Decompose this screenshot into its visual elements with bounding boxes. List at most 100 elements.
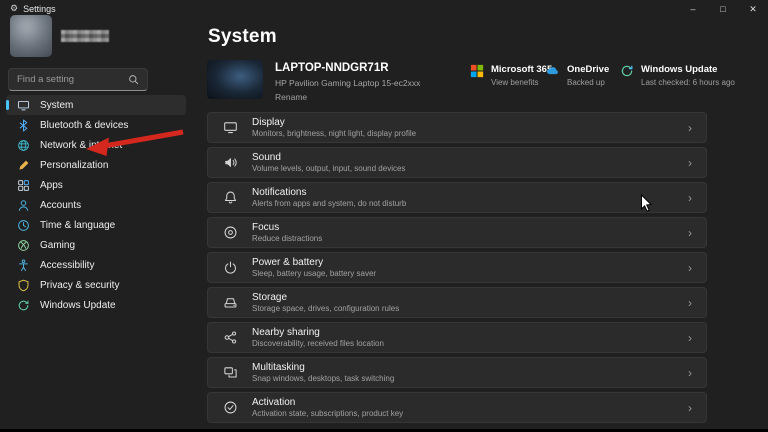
sidebar-item-label: Windows Update xyxy=(40,300,116,311)
status-subtitle: View benefits xyxy=(491,78,552,87)
settings-window: ⚙ Settings – □ ✕ Find a setting System B… xyxy=(0,0,768,432)
time-language-icon xyxy=(16,218,30,232)
sidebar-item-time-language[interactable]: Time & language xyxy=(6,215,186,235)
device-thumbnail xyxy=(207,60,263,99)
focus-icon xyxy=(222,225,238,241)
sidebar-item-system[interactable]: System xyxy=(6,95,186,115)
privacy-icon xyxy=(16,278,30,292)
maximize-icon[interactable]: □ xyxy=(708,0,738,18)
sound-icon xyxy=(222,155,238,171)
device-card: LAPTOP-NNDGR71R HP Pavilion Gaming Lapto… xyxy=(207,60,420,102)
status-microsoft-365[interactable]: Microsoft 365 View benefits xyxy=(470,64,552,87)
power-icon xyxy=(222,260,238,276)
row-subtitle: Alerts from apps and system, do not dist… xyxy=(252,199,406,208)
user-profile[interactable] xyxy=(10,15,109,57)
sidebar-item-label: Personalization xyxy=(40,160,108,171)
settings-row-power-battery[interactable]: Power & batterySleep, battery usage, bat… xyxy=(207,252,707,283)
storage-icon xyxy=(222,295,238,311)
status-title: OneDrive xyxy=(567,64,609,75)
row-subtitle: Discoverability, received files location xyxy=(252,339,384,348)
row-title: Focus xyxy=(252,222,322,233)
sidebar-item-bluetooth-devices[interactable]: Bluetooth & devices xyxy=(6,115,186,135)
chevron-right-icon: › xyxy=(688,262,692,274)
bluetooth-icon xyxy=(16,118,30,132)
accessibility-icon xyxy=(16,258,30,272)
activation-icon xyxy=(222,400,238,416)
row-title: Storage xyxy=(252,292,399,303)
chevron-right-icon: › xyxy=(688,332,692,344)
user-name-redacted xyxy=(61,30,109,42)
row-title: Power & battery xyxy=(252,257,376,268)
status-subtitle: Last checked: 6 hours ago xyxy=(641,78,735,87)
onedrive-icon xyxy=(545,64,560,78)
microsoft-365-icon xyxy=(470,64,484,78)
chevron-right-icon: › xyxy=(688,227,692,239)
sidebar-nav: System Bluetooth & devices Network & int… xyxy=(6,95,186,315)
sidebar-item-personalization[interactable]: Personalization xyxy=(6,155,186,175)
close-icon[interactable]: ✕ xyxy=(738,0,768,18)
gaming-icon xyxy=(16,238,30,252)
windows-update-status-icon xyxy=(620,64,634,78)
avatar xyxy=(10,15,52,57)
settings-row-notifications[interactable]: NotificationsAlerts from apps and system… xyxy=(207,182,707,213)
sidebar-item-label: Apps xyxy=(40,180,63,191)
row-subtitle: Sleep, battery usage, battery saver xyxy=(252,269,376,278)
settings-row-storage[interactable]: StorageStorage space, drives, configurat… xyxy=(207,287,707,318)
row-subtitle: Reduce distractions xyxy=(252,234,322,243)
window-title: ⚙ Settings xyxy=(10,3,56,14)
settings-row-focus[interactable]: FocusReduce distractions › xyxy=(207,217,707,248)
notifications-icon xyxy=(222,190,238,206)
row-title: Activation xyxy=(252,397,403,408)
row-subtitle: Storage space, drives, configuration rul… xyxy=(252,304,399,313)
multitasking-icon xyxy=(222,365,238,381)
row-title: Sound xyxy=(252,152,405,163)
sidebar-item-label: Accessibility xyxy=(40,260,94,271)
windows-update-icon xyxy=(16,298,30,312)
window-title-text: Settings xyxy=(23,4,56,14)
page-title: System xyxy=(208,26,277,48)
status-onedrive[interactable]: OneDrive Backed up xyxy=(545,64,609,87)
row-subtitle: Volume levels, output, input, sound devi… xyxy=(252,164,405,173)
status-title: Windows Update xyxy=(641,64,735,75)
accounts-icon xyxy=(16,198,30,212)
row-title: Display xyxy=(252,117,416,128)
settings-row-display[interactable]: DisplayMonitors, brightness, night light… xyxy=(207,112,707,143)
search-placeholder: Find a setting xyxy=(17,74,74,85)
system-icon xyxy=(16,98,30,112)
settings-row-nearby-sharing[interactable]: Nearby sharingDiscoverability, received … xyxy=(207,322,707,353)
row-title: Nearby sharing xyxy=(252,327,384,338)
sidebar-item-privacy-security[interactable]: Privacy & security xyxy=(6,275,186,295)
network-icon xyxy=(16,138,30,152)
sidebar-item-accounts[interactable]: Accounts xyxy=(6,195,186,215)
row-subtitle: Monitors, brightness, night light, displ… xyxy=(252,129,416,138)
row-title: Multitasking xyxy=(252,362,394,373)
row-subtitle: Snap windows, desktops, task switching xyxy=(252,374,394,383)
settings-row-multitasking[interactable]: MultitaskingSnap windows, desktops, task… xyxy=(207,357,707,388)
row-subtitle: Activation state, subscriptions, product… xyxy=(252,409,403,418)
chevron-right-icon: › xyxy=(688,192,692,204)
settings-row-activation[interactable]: ActivationActivation state, subscription… xyxy=(207,392,707,423)
titlebar: ⚙ Settings – □ ✕ xyxy=(0,0,768,18)
chevron-right-icon: › xyxy=(688,297,692,309)
sidebar-item-gaming[interactable]: Gaming xyxy=(6,235,186,255)
sidebar-item-label: Gaming xyxy=(40,240,75,251)
sidebar-item-accessibility[interactable]: Accessibility xyxy=(6,255,186,275)
chevron-right-icon: › xyxy=(688,402,692,414)
settings-row-sound[interactable]: SoundVolume levels, output, input, sound… xyxy=(207,147,707,178)
status-subtitle: Backed up xyxy=(567,78,609,87)
device-name: LAPTOP-NNDGR71R xyxy=(275,62,420,74)
rename-button[interactable]: Rename xyxy=(275,92,420,102)
sidebar-item-network-internet[interactable]: Network & internet xyxy=(6,135,186,155)
sidebar-item-label: Time & language xyxy=(40,220,115,231)
status-title: Microsoft 365 xyxy=(491,64,552,75)
minimize-icon[interactable]: – xyxy=(678,0,708,18)
search-input[interactable]: Find a setting xyxy=(8,68,148,91)
status-windows-update[interactable]: Windows Update Last checked: 6 hours ago xyxy=(620,64,735,87)
sidebar-item-windows-update[interactable]: Windows Update xyxy=(6,295,186,315)
display-icon xyxy=(222,120,238,136)
device-model: HP Pavilion Gaming Laptop 15-ec2xxx xyxy=(275,78,420,88)
personalization-icon xyxy=(16,158,30,172)
sidebar-item-label: Network & internet xyxy=(40,140,122,151)
nearby-sharing-icon xyxy=(222,330,238,346)
sidebar-item-apps[interactable]: Apps xyxy=(6,175,186,195)
